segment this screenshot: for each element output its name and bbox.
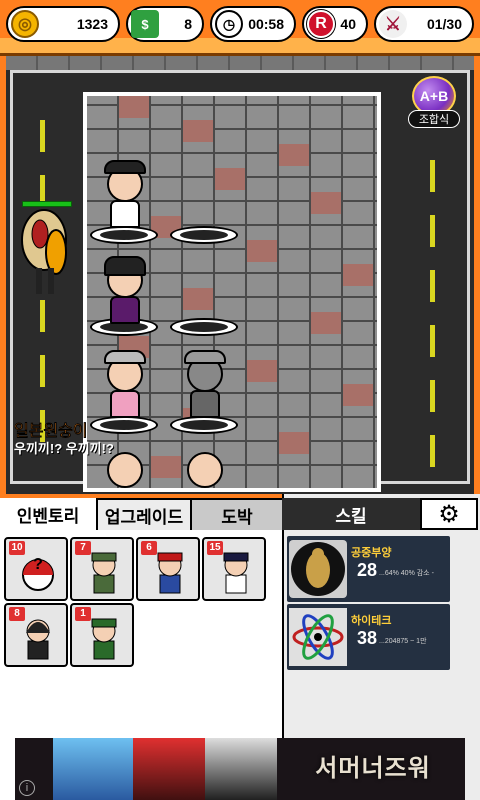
brick — [279, 432, 309, 454]
unit-pad[interactable] — [170, 318, 238, 336]
ad-banner[interactable]: 서머너즈워 i — [15, 738, 465, 800]
officer-unit-icon — [154, 549, 186, 595]
skill-name: 하이테크 — [351, 615, 392, 627]
brick — [183, 288, 213, 310]
road-marking — [430, 380, 435, 412]
top-hud: ◎ 1323 $ 8 ◷ 00:58 R 40 ⚔ 01/30 — [0, 0, 480, 56]
skill-level: 38 — [357, 628, 378, 648]
gold-coins-icon: ◎ — [11, 10, 39, 38]
inventory-slot[interactable]: 6 — [136, 537, 200, 601]
unit-pad[interactable] — [170, 226, 238, 244]
unit-robocop[interactable] — [180, 350, 230, 420]
general-unit-icon — [88, 615, 120, 661]
brick — [183, 120, 213, 142]
tab-gamble[interactable]: 도박 — [192, 498, 282, 530]
skill-name: 공중부양 — [351, 547, 392, 559]
tab-inventory[interactable]: 인벤토리 — [0, 498, 96, 530]
road-marking — [40, 300, 45, 332]
skill-card[interactable]: 공중부양 28 ...64% 40% 감소 - — [287, 536, 450, 602]
unit-girl[interactable] — [100, 256, 150, 326]
cash-value: 8 — [184, 16, 192, 32]
road-marking — [430, 325, 435, 357]
inventory-slot[interactable]: 10 ? — [4, 537, 68, 601]
brick — [343, 264, 373, 286]
ruby-r-icon: R — [307, 10, 335, 38]
alarm-clock-icon: ◷ — [215, 10, 243, 38]
info-icon[interactable]: i — [19, 780, 35, 796]
wave-counter: ⚔ 01/30 — [374, 6, 474, 42]
gold-counter: ◎ 1323 — [6, 6, 120, 42]
ruby-counter: R 40 — [302, 6, 368, 42]
speech-text: 우끼끼!? 우끼끼!? — [14, 441, 114, 456]
inventory-slot[interactable]: 1 — [70, 603, 134, 667]
inventory-slot[interactable]: 8 — [4, 603, 68, 667]
random-capsule-icon: ? — [22, 549, 54, 595]
inventory-slot[interactable]: 7 — [70, 537, 134, 601]
tab-upgrade[interactable]: 업그레이드 — [96, 498, 192, 530]
brick — [311, 312, 341, 334]
brick — [343, 384, 373, 406]
enemy-monkey — [20, 206, 72, 302]
ad-character-image — [133, 738, 205, 800]
road-marking — [430, 215, 435, 247]
ad-title: 서머너즈워 — [315, 755, 431, 782]
svg-text:?: ? — [33, 556, 43, 573]
hightech-atom-icon — [289, 608, 347, 666]
soldier-unit-icon — [88, 549, 120, 595]
road-marking — [40, 120, 45, 152]
ad-character-image — [53, 738, 133, 800]
brick — [311, 192, 341, 214]
brick — [215, 168, 245, 190]
skill-card[interactable]: 하이테크 38 ...204875 ~ 1만 — [287, 604, 450, 670]
wave-value: 01/30 — [426, 16, 462, 32]
cash-counter: $ 8 — [126, 6, 204, 42]
brick — [247, 360, 277, 382]
brick — [279, 144, 309, 166]
ruby-value: 40 — [340, 16, 356, 32]
unit-pilot[interactable] — [100, 160, 150, 230]
gear-icon[interactable]: ⚙ — [420, 498, 478, 530]
road-marking — [430, 160, 435, 192]
pilot-unit-icon — [220, 549, 252, 595]
brick — [119, 96, 149, 118]
road-marking — [430, 435, 435, 467]
timer-display: ◷ 00:58 — [210, 6, 296, 42]
brick — [151, 456, 181, 478]
skill-desc: ...64% 40% 감소 - — [379, 570, 434, 577]
field-wall — [6, 56, 474, 70]
unit-elder[interactable] — [100, 350, 150, 420]
brick — [247, 240, 277, 262]
unit-bald-glasses[interactable] — [180, 446, 230, 492]
skill-level: 28 — [357, 560, 378, 580]
cash-icon: $ — [131, 10, 159, 38]
levitation-skill-icon — [289, 540, 347, 598]
combination-label: 조합식 — [408, 110, 460, 128]
skill-desc: ...204875 ~ 1만 — [379, 638, 427, 645]
road-marking — [430, 270, 435, 302]
timer-value: 00:58 — [248, 16, 284, 32]
tab-skill[interactable]: 스킬 — [282, 498, 420, 530]
ad-character-image — [205, 738, 277, 800]
road-marking — [40, 355, 45, 387]
gold-value: 1323 — [76, 16, 108, 32]
combination-button[interactable]: A+B 조합식 — [408, 76, 460, 132]
crossed-swords-icon: ⚔ — [379, 10, 407, 38]
inventory-slot[interactable]: 15 — [202, 537, 266, 601]
girl-unit-icon — [22, 615, 54, 661]
